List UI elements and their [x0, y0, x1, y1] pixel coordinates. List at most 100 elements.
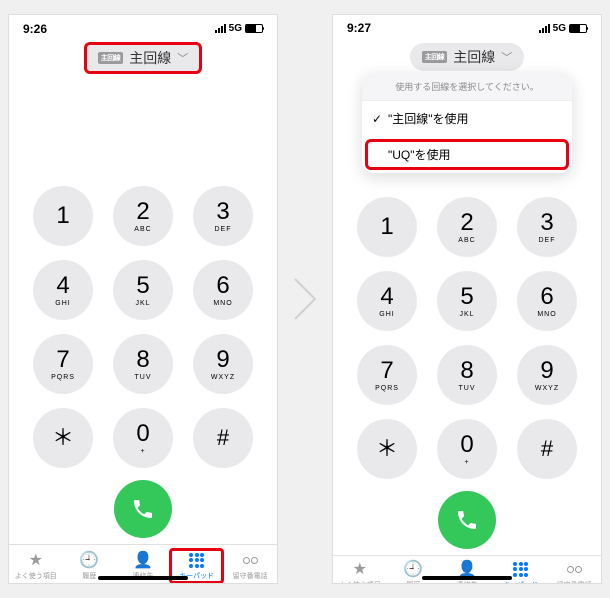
time-label: 9:27 — [347, 21, 371, 35]
time-label: 9:26 — [23, 22, 47, 36]
key-number: 5 — [460, 285, 473, 309]
star-icon: ★ — [29, 551, 43, 569]
key-letters: ABC — [458, 237, 475, 244]
key-number: 3 — [216, 200, 229, 224]
key-1[interactable]: 1 — [33, 186, 93, 246]
key-9[interactable]: 9WXYZ — [193, 334, 253, 394]
key-6[interactable]: 6MNO — [517, 271, 577, 331]
chevron-down-icon: ﹀ — [501, 49, 512, 65]
key-8[interactable]: 8 TUV — [113, 334, 173, 394]
key-number: 2 — [460, 211, 473, 235]
tab-favorites[interactable]: ★よく使う項目 — [9, 551, 63, 581]
key-3[interactable]: 3 DEF — [517, 197, 577, 257]
key-number: 3 — [540, 211, 553, 235]
key-number: 5 — [136, 274, 149, 298]
key-8[interactable]: 8TUV — [437, 345, 497, 405]
tab-voicemail[interactable]: 留守番電話 — [547, 560, 601, 584]
line-badge: 主回線 — [422, 51, 448, 63]
keypad-icon — [513, 560, 528, 578]
line-badge: 主回線 — [98, 52, 124, 64]
key-letters: TUV — [135, 374, 152, 381]
popup-title: 使用する回線を選択してください。 — [362, 73, 572, 100]
key-#[interactable]: # — [517, 419, 577, 479]
key-letters: GHI — [55, 300, 70, 307]
key-5[interactable]: 5JKL — [113, 260, 173, 320]
key-2[interactable]: 2 ABC — [113, 186, 173, 246]
transition-arrow — [288, 274, 322, 324]
key-＊[interactable]: ＊ — [357, 419, 417, 479]
key-2[interactable]: 2 ABC — [437, 197, 497, 257]
call-button[interactable] — [114, 480, 172, 538]
key-6[interactable]: 6MNO — [193, 260, 253, 320]
key-letters: GHI — [379, 311, 394, 318]
status-right: 5G — [215, 23, 263, 34]
clock-icon: 🕘 — [79, 551, 99, 569]
line-label: 主回線 — [453, 47, 495, 67]
key-number: 6 — [540, 285, 553, 309]
clock-icon: 🕘 — [403, 560, 423, 578]
line-label: 主回線 — [129, 48, 171, 68]
tab-favorites[interactable]: ★よく使う項目 — [333, 560, 387, 584]
key-number: ＊ — [52, 427, 74, 449]
keypad-icon — [189, 551, 204, 569]
key-letters: + — [464, 459, 469, 466]
tab-contacts[interactable]: 👤連絡先 — [440, 560, 494, 584]
key-#[interactable]: # — [193, 408, 253, 468]
key-letters: TUV — [459, 385, 476, 392]
phone-screen-right: 9:27 5G 主回線 主回線 ﹀ 使用する回線を選択してください。 ✓ "主回… — [332, 14, 602, 584]
home-indicator[interactable] — [98, 576, 188, 580]
key-4[interactable]: 4 GHI — [33, 260, 93, 320]
popup-option-uq[interactable]: "UQ"を使用 — [365, 139, 569, 170]
key-7[interactable]: 7PQRS — [357, 345, 417, 405]
key-number: # — [217, 427, 229, 449]
number-display — [9, 76, 277, 124]
key-number: 4 — [56, 274, 69, 298]
key-number: 9 — [540, 359, 553, 383]
key-letters: WXYZ — [211, 374, 235, 381]
key-letters: ABC — [134, 226, 151, 233]
key-number: 8 — [136, 348, 149, 372]
key-number: 6 — [216, 274, 229, 298]
key-letters: + — [140, 448, 145, 455]
tab-voicemail[interactable]: 留守番電話 — [223, 551, 277, 581]
key-7[interactable]: 7 PQRS — [33, 334, 93, 394]
key-number: 4 — [380, 285, 393, 309]
status-bar: 9:26 5G — [9, 15, 277, 36]
call-button[interactable] — [438, 491, 496, 549]
key-9[interactable]: 9WXYZ — [517, 345, 577, 405]
key-0[interactable]: 0+ — [437, 419, 497, 479]
phone-icon — [455, 508, 479, 532]
line-selector[interactable]: 主回線 主回線 ﹀ — [410, 43, 525, 71]
voicemail-icon — [567, 560, 582, 578]
key-number: 7 — [56, 348, 69, 372]
key-3[interactable]: 3 DEF — [193, 186, 253, 246]
battery-icon — [569, 24, 587, 33]
keypad: 1 2 ABC 3 DEF 4 GHI 5JKL 6MNO 7 PQRS 8 TUV 9WXYZ ＊ 0+ # — [9, 124, 277, 468]
tab-recents[interactable]: 🕘履歴 — [387, 560, 441, 584]
line-selector[interactable]: 主回線 主回線 ﹀ — [86, 44, 201, 72]
key-1[interactable]: 1 — [357, 197, 417, 257]
home-indicator[interactable] — [422, 576, 512, 580]
key-letters: PQRS — [51, 374, 75, 381]
voicemail-icon — [243, 551, 258, 569]
key-＊[interactable]: ＊ — [33, 408, 93, 468]
popup-option-label: "UQ"を使用 — [388, 146, 451, 163]
person-icon: 👤 — [133, 551, 153, 569]
network-label: 5G — [553, 23, 566, 34]
key-0[interactable]: 0+ — [113, 408, 173, 468]
key-5[interactable]: 5 JKL — [437, 271, 497, 331]
key-letters: DEF — [539, 237, 556, 244]
tab-keypad[interactable]: キーパッド — [494, 560, 548, 584]
key-letters: DEF — [215, 226, 232, 233]
popup-option-main[interactable]: ✓ "主回線"を使用 — [362, 100, 572, 136]
key-number: 1 — [380, 215, 393, 239]
status-right: 5G — [539, 23, 587, 34]
check-icon: ✓ — [372, 112, 388, 126]
key-number: 2 — [136, 200, 149, 224]
key-4[interactable]: 4 GHI — [357, 271, 417, 331]
key-letters: JKL — [459, 311, 474, 318]
chevron-down-icon: ﹀ — [177, 50, 188, 66]
popup-option-label: "主回線"を使用 — [388, 110, 469, 127]
signal-icon — [215, 24, 226, 33]
phone-screen-left: 9:26 5G 主回線 主回線 ﹀ 1 2 ABC 3 DEF 4 GHI 5JKL 6MNO 7… — [8, 14, 278, 584]
